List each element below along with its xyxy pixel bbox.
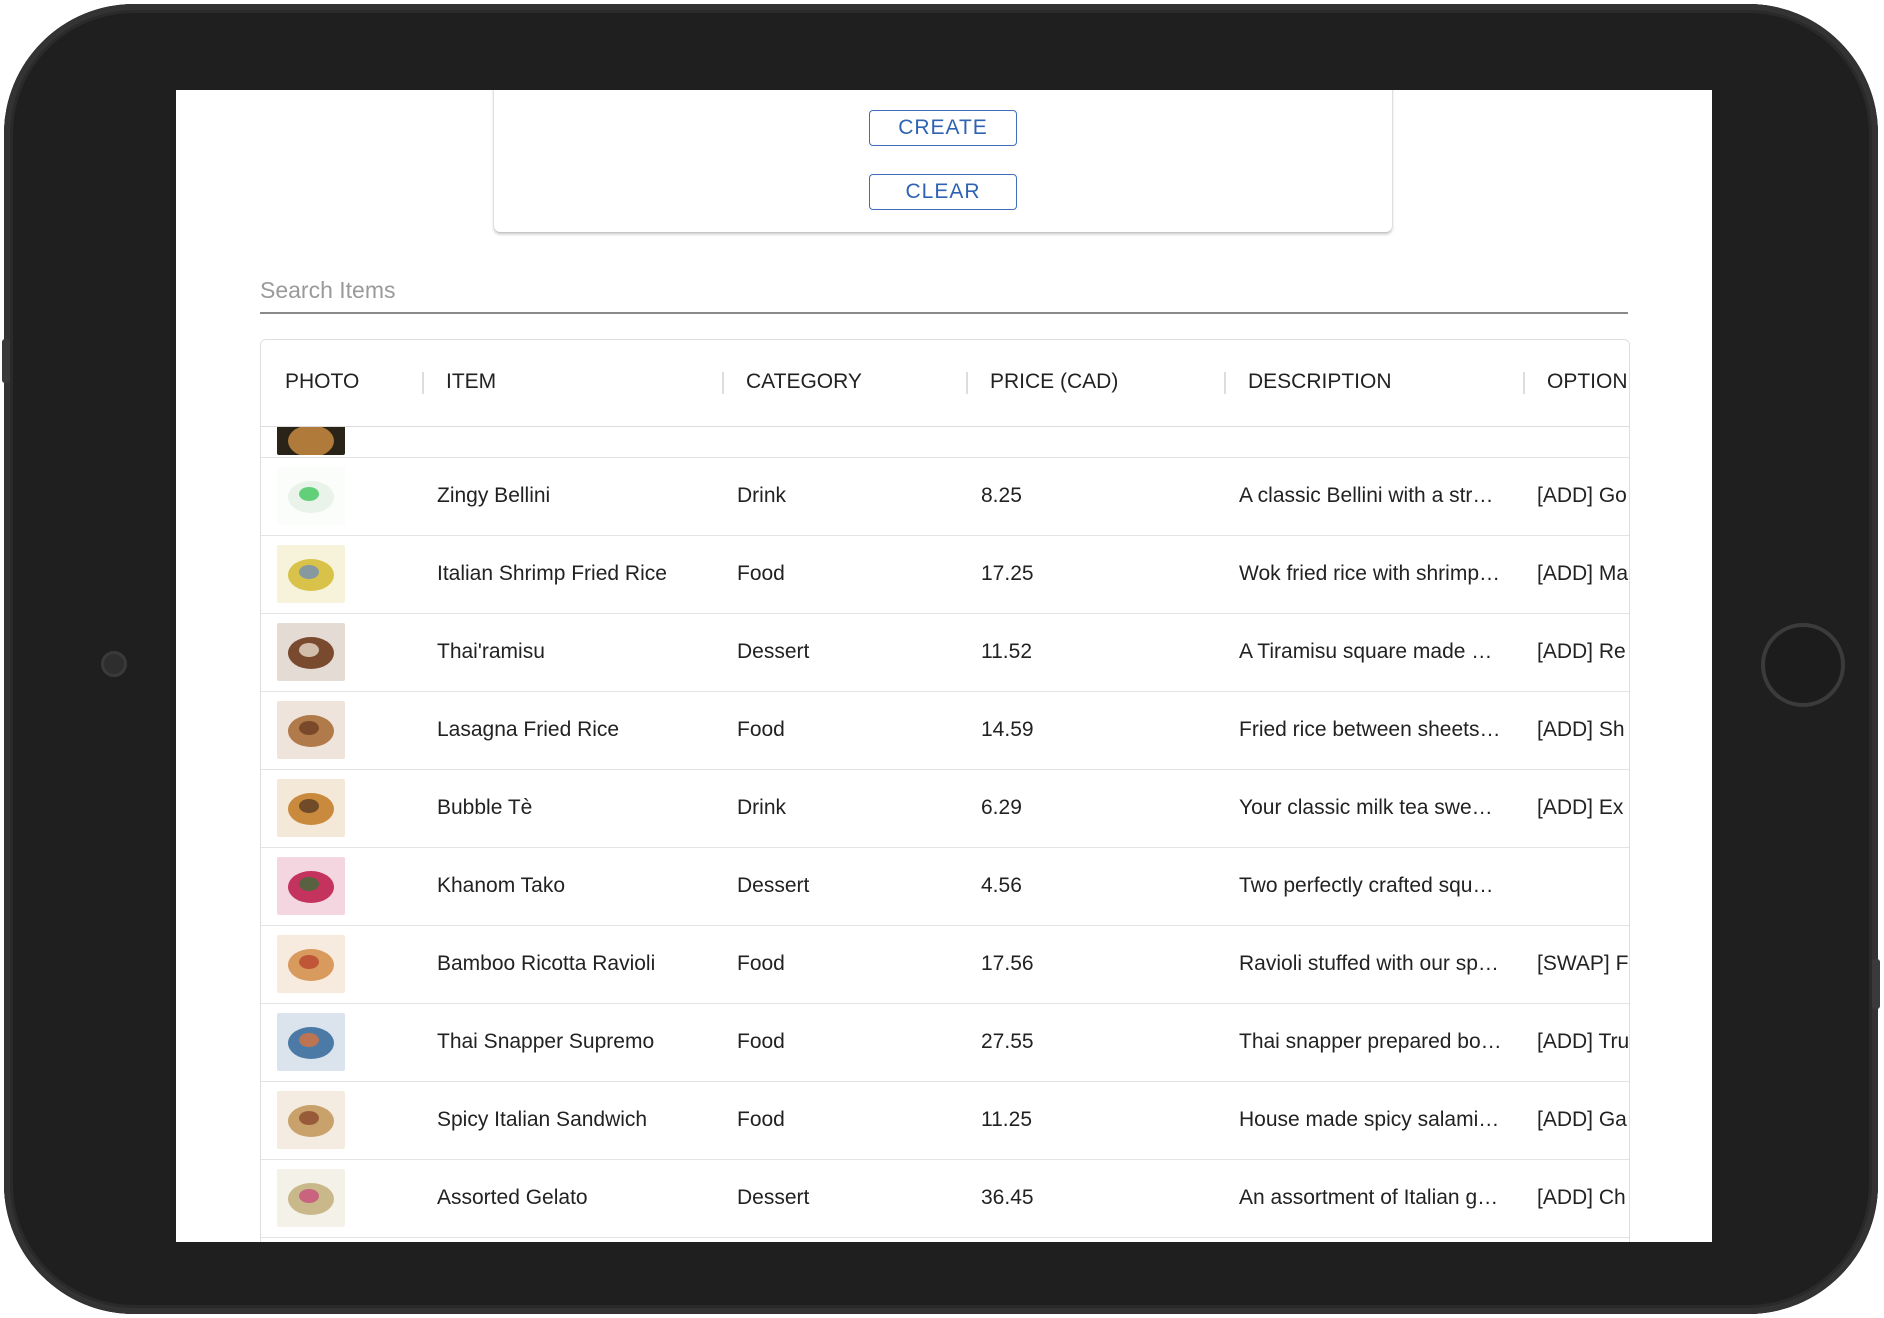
category-cell: Drink bbox=[737, 796, 787, 819]
description-cell: Ravioli stuffed with our sp… bbox=[1239, 952, 1499, 975]
search-input[interactable] bbox=[260, 270, 1628, 310]
gelato-photo bbox=[277, 1169, 345, 1227]
column-separator[interactable] bbox=[1224, 372, 1226, 394]
khanom-tako-photo bbox=[277, 857, 345, 915]
tablet-frame: CREATE CLEAR PHOTO ITEM CATEGORY PRICE (… bbox=[2, 4, 1880, 1314]
option-cell: [ADD] Sh bbox=[1537, 718, 1625, 741]
item-name-cell: Thai Snapper Supremo bbox=[437, 1030, 655, 1053]
option-cell: [SWAP] F bbox=[1537, 952, 1629, 975]
item-name-cell: Bamboo Ricotta Ravioli bbox=[437, 952, 656, 975]
option-cell: [ADD] Ex bbox=[1537, 796, 1624, 819]
item-name-cell: Khanom Tako bbox=[437, 874, 566, 897]
description-cell: Fried rice between sheets… bbox=[1239, 718, 1501, 741]
table-row[interactable]: Zingy Bellini Drink 8.25 A classic Bellini … bbox=[261, 457, 1629, 536]
category-cell: Dessert bbox=[737, 874, 810, 897]
price-cell: 17.56 bbox=[981, 952, 1034, 975]
description-cell: Two perfectly crafted squ… bbox=[1239, 874, 1494, 897]
item-name-cell: Lasagna Fried Rice bbox=[437, 718, 620, 741]
description-cell: Your classic milk tea swe… bbox=[1239, 796, 1493, 819]
option-cell: [ADD] Go bbox=[1537, 484, 1627, 507]
table-row[interactable]: Khanom Tako Dessert 4.56 Two perfectly craf… bbox=[261, 847, 1629, 926]
price-cell: 11.52 bbox=[981, 640, 1032, 663]
option-cell: [ADD] Tru bbox=[1537, 1030, 1629, 1053]
column-header-price[interactable]: PRICE (CAD) bbox=[990, 370, 1118, 394]
option-cell: [ADD] Re bbox=[1537, 640, 1626, 663]
home-button[interactable] bbox=[1761, 623, 1845, 707]
table-row[interactable]: Spicy Italian Sandwich Food 11.25 House mad… bbox=[261, 1081, 1629, 1160]
price-cell: 11.25 bbox=[981, 1108, 1032, 1131]
sandwich-photo bbox=[277, 1091, 345, 1149]
table-row[interactable]: Bamboo Ricotta Ravioli Food 17.56 Ravioli s… bbox=[261, 925, 1629, 1004]
description-cell: A classic Bellini with a str… bbox=[1239, 484, 1494, 507]
category-cell: Food bbox=[737, 718, 785, 741]
create-button[interactable]: CREATE bbox=[869, 110, 1017, 146]
item-name-cell: Bubble Tè bbox=[437, 796, 533, 819]
description-cell: A Tiramisu square made … bbox=[1239, 640, 1493, 663]
price-cell: 27.55 bbox=[981, 1030, 1034, 1053]
description-cell: Wok fried rice with shrimp… bbox=[1239, 562, 1501, 585]
side-button bbox=[1872, 959, 1880, 1009]
volume-button bbox=[2, 339, 10, 383]
column-header-photo[interactable]: PHOTO bbox=[285, 370, 359, 394]
price-cell: 17.25 bbox=[981, 562, 1034, 585]
description-cell: An assortment of Italian g… bbox=[1239, 1186, 1499, 1209]
description-cell: Thai snapper prepared bo… bbox=[1239, 1030, 1502, 1053]
column-header-option[interactable]: OPTION bbox=[1547, 370, 1628, 394]
description-cell: House made spicy salami… bbox=[1239, 1108, 1500, 1131]
category-cell: Food bbox=[737, 562, 785, 585]
price-cell: 4.56 bbox=[981, 874, 1022, 897]
table-header: PHOTO ITEM CATEGORY PRICE (CAD) DESCRIPT… bbox=[261, 340, 1629, 427]
option-cell: [ADD] Ga bbox=[1537, 1108, 1627, 1131]
item-name-cell: Assorted Gelato bbox=[437, 1186, 588, 1209]
category-cell: Food bbox=[737, 952, 785, 975]
table-row[interactable]: Italian Shrimp Fried Rice Food 17.25 Wok fr… bbox=[261, 535, 1629, 614]
items-table: PHOTO ITEM CATEGORY PRICE (CAD) DESCRIPT… bbox=[260, 339, 1630, 1242]
item-form-card: CREATE CLEAR bbox=[494, 90, 1392, 232]
bubble-tea-photo bbox=[277, 779, 345, 837]
snapper-photo bbox=[277, 1013, 345, 1071]
camera-icon bbox=[101, 651, 127, 677]
fried-rice-photo bbox=[277, 545, 345, 603]
search-field bbox=[260, 270, 1628, 314]
table-row[interactable]: Thai'ramisu Dessert 11.52 A Tiramisu square… bbox=[261, 613, 1629, 692]
table-row[interactable]: Assorted Gelato Dessert 36.45 An assortment… bbox=[261, 1159, 1629, 1238]
option-cell: [ADD] Ma bbox=[1537, 562, 1629, 585]
category-cell: Dessert bbox=[737, 640, 810, 663]
lasagna-photo bbox=[277, 701, 345, 759]
column-separator[interactable] bbox=[1523, 372, 1525, 394]
price-cell: 14.59 bbox=[981, 718, 1034, 741]
category-cell: Dessert bbox=[737, 1186, 810, 1209]
column-header-item[interactable]: ITEM bbox=[446, 370, 496, 394]
table-row[interactable]: Thai Snapper Supremo Food 27.55 Thai snappe… bbox=[261, 1003, 1629, 1082]
category-cell: Drink bbox=[737, 484, 787, 507]
column-header-description[interactable]: DESCRIPTION bbox=[1248, 370, 1392, 394]
price-cell: 6.29 bbox=[981, 796, 1022, 819]
item-name-cell: Thai'ramisu bbox=[437, 640, 545, 663]
option-cell bbox=[1537, 847, 1629, 925]
item-name-cell: Italian Shrimp Fried Rice bbox=[437, 562, 667, 585]
item-name-cell: Zingy Bellini bbox=[437, 484, 551, 507]
drink-photo bbox=[277, 467, 345, 525]
app-screen: CREATE CLEAR PHOTO ITEM CATEGORY PRICE (… bbox=[176, 90, 1712, 1242]
item-name-cell: Spicy Italian Sandwich bbox=[437, 1108, 648, 1131]
column-separator[interactable] bbox=[422, 372, 424, 394]
category-cell: Food bbox=[737, 1108, 785, 1131]
column-separator[interactable] bbox=[966, 372, 968, 394]
column-header-category[interactable]: CATEGORY bbox=[746, 370, 862, 394]
ravioli-photo bbox=[277, 935, 345, 993]
table-row[interactable]: Bubble Tè Drink 6.29 Your classic milk tea … bbox=[261, 769, 1629, 848]
price-cell: 36.45 bbox=[981, 1186, 1034, 1209]
tiramisu-photo bbox=[277, 623, 345, 681]
table-row[interactable]: Lasagna Fried Rice Food 14.59 Fried rice be… bbox=[261, 691, 1629, 770]
price-cell: 8.25 bbox=[981, 484, 1022, 507]
column-separator[interactable] bbox=[722, 372, 724, 394]
clear-button[interactable]: CLEAR bbox=[869, 174, 1017, 210]
option-cell: [ADD] Ch bbox=[1537, 1186, 1626, 1209]
category-cell: Food bbox=[737, 1030, 785, 1053]
